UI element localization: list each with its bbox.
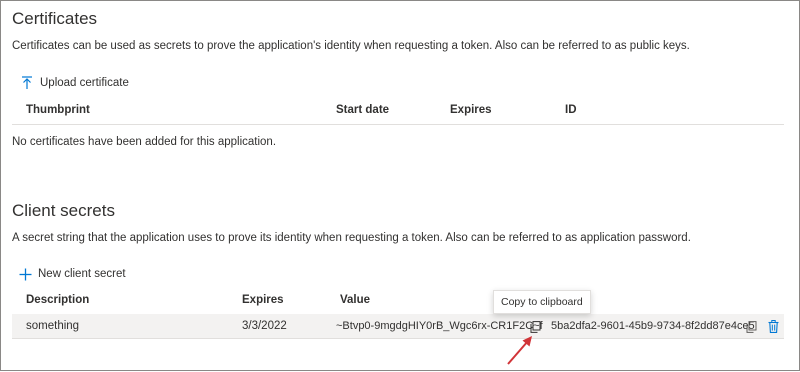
cert-col-start-date: Start date [336, 104, 390, 116]
upload-certificate-label: Upload certificate [40, 77, 129, 89]
certificates-empty-message: No certificates have been added for this… [12, 136, 277, 148]
cert-col-id: ID [565, 104, 577, 116]
delete-icon [768, 319, 778, 333]
cert-header-divider [12, 124, 784, 125]
secret-id-cell: 5ba2dfa2-9601-45b9-9734-8f2dd87e4ce5 [551, 320, 755, 332]
add-icon [18, 267, 32, 281]
cert-col-expires: Expires [450, 104, 492, 116]
secret-description-cell: something [26, 320, 80, 332]
client-secrets-description: A secret string that the application use… [12, 232, 691, 244]
delete-secret-button[interactable] [767, 319, 779, 333]
client-secrets-title: Client secrets [12, 201, 115, 220]
secret-expires-cell: 3/3/2022 [242, 320, 287, 332]
certificates-title: Certificates [12, 9, 98, 28]
annotation-arrow [507, 336, 532, 365]
cert-col-thumbprint: Thumbprint [26, 104, 90, 116]
copy-id-button[interactable] [745, 320, 757, 333]
copy-icon [746, 320, 756, 333]
secret-col-expires: Expires [242, 294, 284, 306]
upload-certificate-button[interactable]: Upload certificate [20, 76, 129, 90]
secret-col-value: Value [340, 294, 371, 306]
upload-icon [20, 76, 34, 90]
secret-col-description: Description [26, 294, 90, 306]
new-client-secret-label: New client secret [38, 268, 126, 280]
copy-tooltip: Copy to clipboard [493, 290, 591, 314]
certificates-description: Certificates can be used as secrets to p… [12, 40, 690, 52]
new-client-secret-button[interactable]: New client secret [18, 267, 126, 281]
